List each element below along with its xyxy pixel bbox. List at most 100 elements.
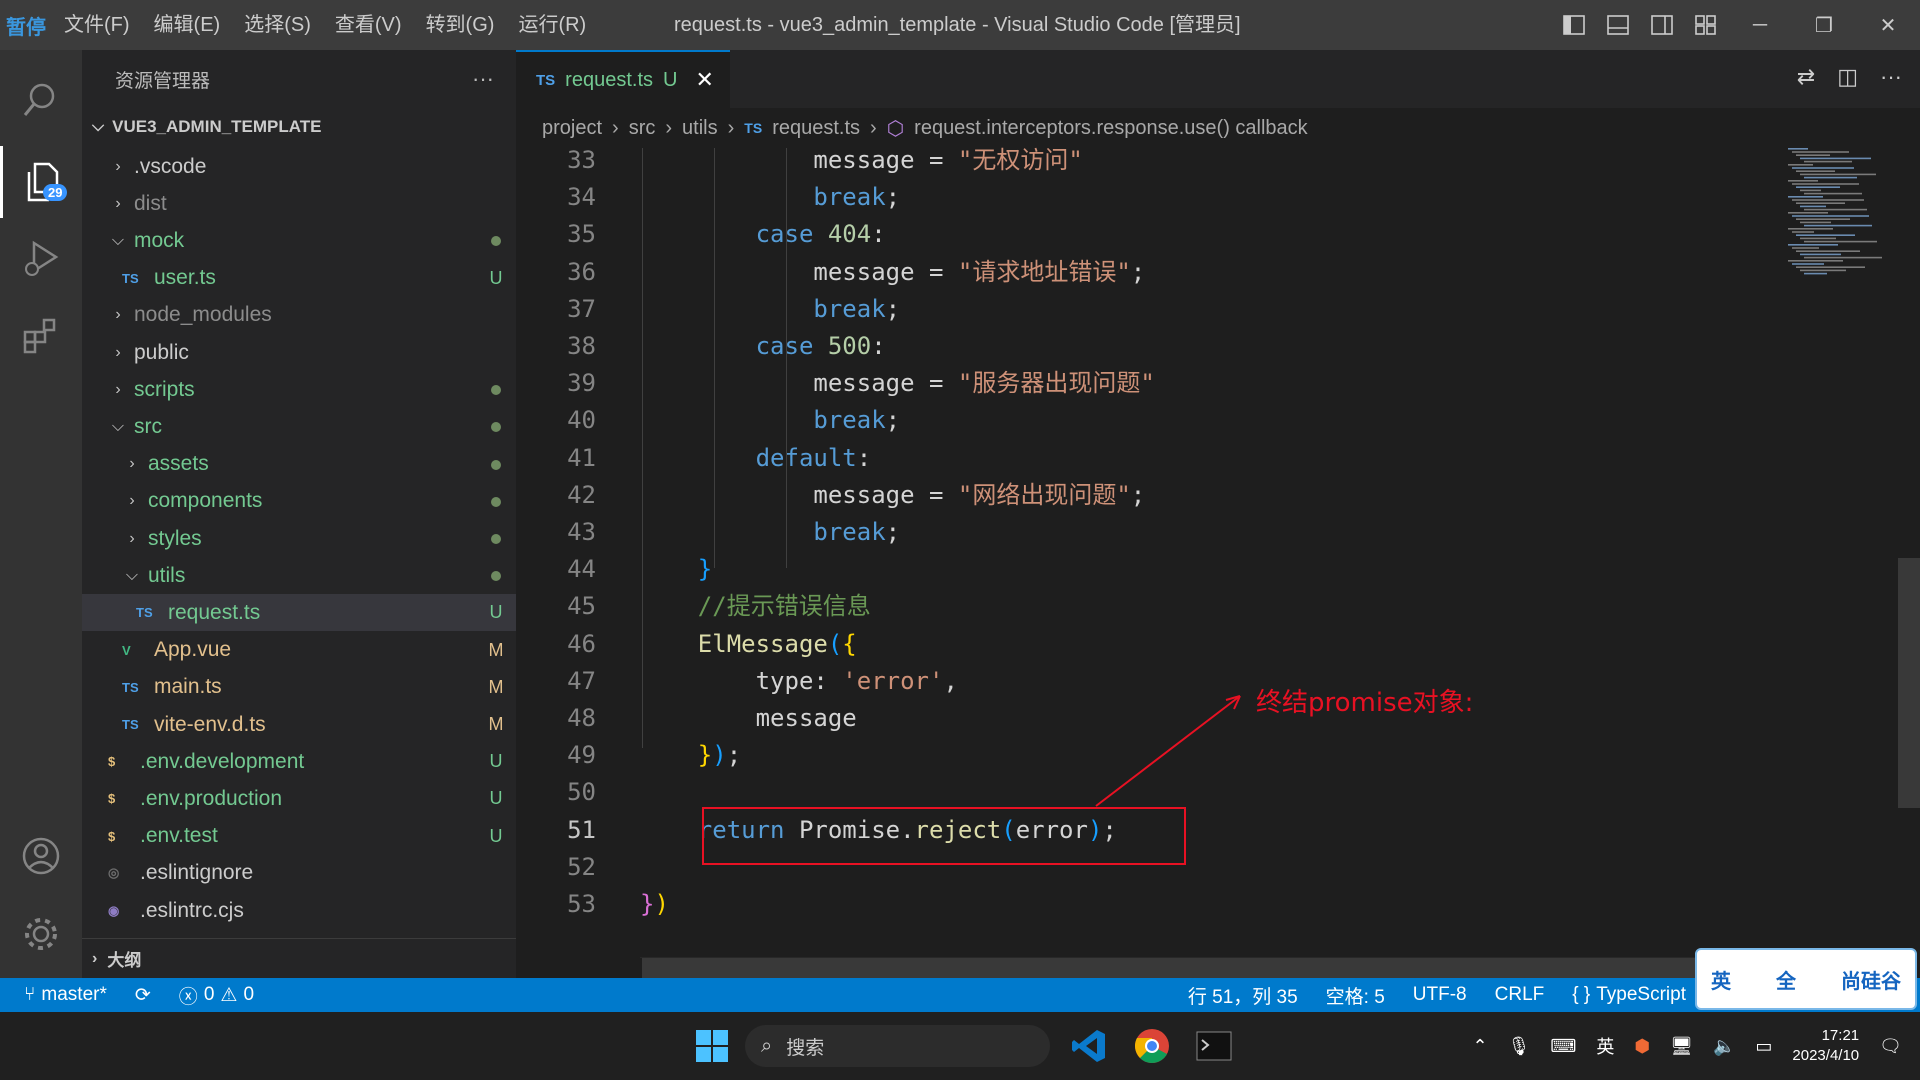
keyboard-icon[interactable]: ⌨	[1550, 1036, 1576, 1057]
menu-item[interactable]: 转到(G)	[414, 0, 507, 50]
search-icon[interactable]	[0, 64, 82, 136]
tree-folder[interactable]: › public	[82, 334, 516, 371]
tree-folder[interactable]: › assets	[82, 446, 516, 483]
app-tray-icon[interactable]: ⬢	[1634, 1036, 1650, 1057]
tray-overflow-icon[interactable]: ⌃	[1472, 1036, 1487, 1057]
taskbar-search[interactable]: ⌕ 搜索	[745, 1025, 1050, 1067]
explorer-icon[interactable]: 29	[0, 146, 82, 218]
run-debug-icon[interactable]	[0, 222, 82, 294]
more-actions-icon[interactable]: ···	[472, 66, 494, 92]
network-icon[interactable]: 🖥	[1670, 1036, 1693, 1057]
chrome-taskbar-icon[interactable]	[1128, 1024, 1176, 1068]
code-line: 37 break;	[516, 291, 1920, 328]
chevron-down-icon: ⌵	[111, 417, 125, 435]
tree-folder[interactable]: › components	[82, 483, 516, 520]
breadcrumb-item[interactable]: project	[542, 117, 602, 140]
tree-folder[interactable]: ⌵ mock	[82, 222, 516, 259]
tree-file[interactable]: ◉ .eslintrc.cjs	[82, 892, 516, 929]
minimap-line	[1788, 228, 1833, 230]
extensions-icon[interactable]	[0, 300, 82, 372]
branch-indicator[interactable]: ⑂ master*	[0, 984, 121, 1006]
menu-item[interactable]: 文件(F)	[52, 0, 142, 50]
line-number: 38	[567, 332, 596, 360]
close-window-icon[interactable]: ✕	[1856, 0, 1920, 50]
horizontal-scrollbar[interactable]	[642, 958, 1792, 978]
vertical-scrollbar[interactable]	[1898, 148, 1920, 978]
line-number: 47	[567, 666, 596, 695]
tree-folder[interactable]: › styles	[82, 520, 516, 557]
problems-indicator[interactable]: ⓧ 0 ⚠ 0	[165, 982, 268, 1009]
tree-file[interactable]: $ .env.production U	[82, 780, 516, 817]
tree-file[interactable]: ◎ .eslintignore	[82, 855, 516, 892]
encoding[interactable]: UTF-8	[1399, 984, 1481, 1006]
cursor-position[interactable]: 行 51，列 35	[1174, 982, 1312, 1009]
tree-folder[interactable]: › node_modules	[82, 297, 516, 334]
restore-icon[interactable]: ❐	[1792, 0, 1856, 50]
menu-item[interactable]: 选择(S)	[232, 0, 323, 50]
tree-file[interactable]: TS request.ts U	[82, 594, 516, 632]
split-editor-icon[interactable]: ◫	[1837, 64, 1858, 90]
microphone-icon[interactable]: 🎙	[1508, 1036, 1531, 1057]
notifications-icon[interactable]: 🗨	[1879, 1036, 1902, 1057]
typescript-file-icon: TS	[122, 679, 139, 695]
clock[interactable]: 17:21 2023/4/10	[1792, 1026, 1859, 1066]
git-status	[476, 565, 516, 586]
typescript-file-icon: TS	[136, 605, 153, 621]
tree-item-label: .env.development	[140, 749, 305, 773]
tab-request-ts[interactable]: TS request.ts U ✕	[516, 50, 730, 108]
end-of-line[interactable]: CRLF	[1481, 984, 1559, 1006]
breadcrumb-item[interactable]: request.interceptors.response.use() call…	[914, 117, 1308, 140]
customize-layout-icon[interactable]	[1684, 0, 1728, 50]
tree-file[interactable]: TS vite-env.d.ts M	[82, 706, 516, 743]
toggle-secondary-sidebar-icon[interactable]	[1640, 0, 1684, 50]
ime-widget[interactable]: 英 全 尚硅谷	[1695, 948, 1917, 1010]
minimize-icon[interactable]: ─	[1728, 0, 1792, 50]
close-tab-icon[interactable]: ✕	[695, 67, 713, 93]
workspace-root[interactable]: ⌵ VUE3_ADMIN_TEMPLATE	[82, 108, 516, 146]
vertical-scrollbar-thumb[interactable]	[1898, 558, 1920, 808]
tree-folder[interactable]: › dist	[82, 185, 516, 222]
pause-label[interactable]: 暂停	[0, 0, 52, 50]
toggle-primary-sidebar-icon[interactable]	[1552, 0, 1596, 50]
accounts-icon[interactable]	[0, 820, 82, 892]
tree-file[interactable]: $ .env.development U	[82, 743, 516, 780]
menu-item[interactable]: 查看(V)	[323, 0, 414, 50]
windows-start-icon[interactable]	[690, 1024, 734, 1068]
breadcrumb-item[interactable]: request.ts	[772, 117, 860, 140]
settings-gear-icon[interactable]	[0, 898, 82, 970]
tray-ime-label[interactable]: 英	[1596, 1033, 1614, 1059]
open-changes-icon[interactable]: ⇄	[1797, 64, 1815, 90]
indentation[interactable]: 空格: 5	[1312, 982, 1399, 1009]
explorer-badge: 29	[43, 184, 68, 201]
tree-folder[interactable]: ⌵ utils	[82, 557, 516, 594]
breadcrumb-item[interactable]: utils	[682, 117, 718, 140]
code-line: 38 case 500:	[516, 328, 1920, 365]
battery-icon[interactable]: ▭	[1755, 1036, 1772, 1057]
explorer-sidebar: 资源管理器 ··· ⌵ VUE3_ADMIN_TEMPLATE › .vscode…	[82, 50, 516, 978]
terminal-taskbar-icon[interactable]	[1190, 1024, 1238, 1068]
sync-icon[interactable]: ⟳	[121, 984, 165, 1007]
tree-file[interactable]: TS main.ts M	[82, 669, 516, 706]
code-text: break;	[813, 183, 901, 212]
editor-more-icon[interactable]: ···	[1880, 64, 1902, 90]
tree-file[interactable]: V App.vue M	[82, 632, 516, 669]
outline-section[interactable]: › 大纲	[82, 938, 516, 978]
tree-folder[interactable]: ⌵ src	[82, 408, 516, 445]
minimap[interactable]	[1784, 148, 1894, 308]
menu-item[interactable]: 编辑(E)	[142, 0, 233, 50]
tree-folder[interactable]: › scripts	[82, 371, 516, 408]
menu-item[interactable]: 运行(R)	[506, 0, 598, 50]
toggle-panel-icon[interactable]	[1596, 0, 1640, 50]
minimap-line	[1792, 263, 1824, 265]
code-line: 34 break;	[516, 179, 1920, 216]
clock-date: 2023/4/10	[1792, 1047, 1860, 1064]
tree-file[interactable]: $ .env.test U	[82, 818, 516, 855]
vscode-taskbar-icon[interactable]	[1065, 1024, 1113, 1068]
tree-folder[interactable]: › .vscode	[82, 148, 516, 185]
language-mode[interactable]: { } TypeScript	[1558, 984, 1700, 1006]
status-right: 行 51，列 35 空格: 5 UTF-8 CRLF { } TypeScrip…	[1174, 978, 1700, 1012]
tree-file[interactable]: TS user.ts U	[82, 260, 516, 297]
volume-icon[interactable]: 🔈	[1713, 1036, 1735, 1057]
minimap-line	[1792, 151, 1849, 153]
breadcrumb-item[interactable]: src	[629, 117, 656, 140]
